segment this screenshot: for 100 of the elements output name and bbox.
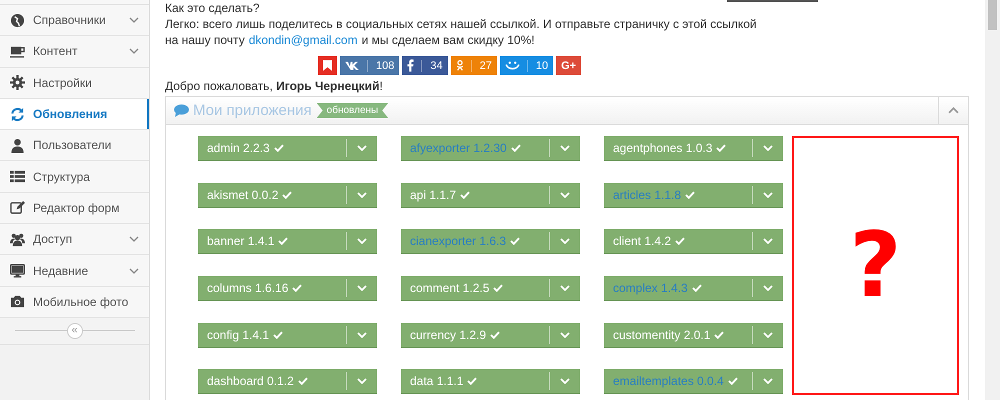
- sidebar-item-label: Контент: [33, 44, 78, 58]
- chevron-down-icon: [560, 378, 570, 384]
- chevron-up-icon: [948, 107, 959, 114]
- app-name: agentphones 1.0.3: [613, 141, 712, 155]
- promo-text: Легко: всего лишь поделитесь в социальных сетях нашей ссылкой. И отправьте страничку с этой ссылкой: [165, 16, 757, 32]
- sidebar-item[interactable]: Обновления: [0, 98, 149, 130]
- app-name: currency 1.2.9: [410, 328, 486, 342]
- share-count: 10: [526, 60, 548, 72]
- chevron-down-icon: [560, 284, 570, 291]
- chevron-down-icon: [357, 284, 367, 291]
- checkmark-icon: [510, 144, 521, 152]
- checkmark-icon: [490, 330, 500, 339]
- app-name: comment 1.2.5: [410, 280, 490, 295]
- status-ribbon: обновлены: [316, 103, 388, 118]
- bookmark-icon: [323, 60, 332, 71]
- sidebar-item[interactable]: Настройки: [0, 68, 149, 99]
- chevron-down-icon: [763, 332, 773, 338]
- sidebar-item-label: Пользователи: [33, 138, 112, 152]
- sidebar-item[interactable]: Доступ: [0, 224, 149, 256]
- app-name: akismet 0.0.2: [207, 188, 278, 202]
- app-name: data 1.1.1: [410, 374, 464, 388]
- sidebar-item[interactable]: Контент: [0, 36, 149, 68]
- sidebar-item-label: Обновления: [33, 107, 108, 122]
- app-name: admin 2.2.3: [207, 141, 270, 155]
- app-name: banner 1.4.1: [207, 234, 274, 248]
- sidebar-item[interactable]: Редактор форм: [0, 192, 149, 224]
- promo-text: и мы сделаем вам скидку 10%!: [362, 32, 535, 48]
- scrollbar[interactable]: [985, 0, 1000, 400]
- share-button[interactable]: 10: [500, 56, 554, 75]
- welcome-text: Добро пожаловать, Игорь Чернецкий!: [165, 78, 383, 94]
- sidebar-item-label: Доступ: [33, 232, 74, 246]
- app-name: client 1.4.2: [613, 234, 672, 248]
- smile-logo-icon: [504, 61, 520, 70]
- refresh-icon: [10, 106, 25, 122]
- chevron-down-icon: [763, 145, 773, 151]
- globe-icon: [10, 12, 25, 28]
- user-icon: [10, 138, 25, 153]
- chat-bubble-icon: [174, 104, 189, 117]
- google-plus-share-button[interactable]: G+: [556, 56, 582, 75]
- chevron-down-icon: [560, 192, 570, 198]
- users-icon: [10, 232, 25, 247]
- checkmark-icon: [467, 377, 478, 386]
- chevron-down-icon: [357, 332, 367, 338]
- share-count: 108: [367, 60, 394, 72]
- collapse-sidebar-button[interactable]: «: [66, 322, 82, 339]
- sidebar-item-label: Структура: [33, 170, 91, 184]
- promo-question: Как это сделать?: [165, 0, 260, 16]
- app-name: customentity 2.0.1: [613, 328, 710, 342]
- sidebar-item-label: Редактор форм: [33, 200, 120, 215]
- chevron-down-icon: [357, 192, 367, 198]
- scrollbar-thumb[interactable]: [988, 0, 997, 30]
- app-name: columns 1.6.16: [207, 280, 288, 295]
- share-button[interactable]: 27: [450, 56, 497, 75]
- checkmark-icon: [675, 237, 686, 246]
- sidebar-item[interactable]: Недавние: [0, 255, 149, 287]
- checkmark-icon: [692, 284, 702, 292]
- sidebar-item[interactable]: Справочники: [0, 5, 149, 36]
- app-name: config 1.4.1: [207, 328, 270, 342]
- checkmark-icon: [282, 190, 292, 199]
- chevron-down-icon: [357, 238, 367, 244]
- chevron-down-icon: [763, 192, 773, 198]
- promo-text: на нашу почту: [165, 32, 245, 48]
- panel-title: Мои приложения: [193, 102, 312, 119]
- checkmark-icon: [278, 237, 288, 246]
- vk-logo-icon: [345, 61, 360, 70]
- sidebar-item[interactable]: Мобильное фото: [0, 286, 149, 318]
- checkmark-icon: [716, 144, 726, 152]
- edit-icon: [10, 200, 25, 216]
- share-count: 34: [421, 60, 443, 72]
- checkmark-icon: [298, 377, 308, 386]
- odnoklassniki-logo-icon: [456, 59, 464, 72]
- checkmark-icon: [510, 237, 520, 246]
- sidebar-item-label: Недавние: [33, 264, 90, 278]
- checkmark-icon: [460, 190, 470, 199]
- sidebar-item-label: Справочники: [33, 13, 107, 28]
- chevron-down-icon: [763, 378, 773, 384]
- email-link[interactable]: dkondin@gmail.com: [248, 32, 358, 48]
- checkmark-icon: [273, 330, 284, 339]
- sidebar-item[interactable]: Пользователи: [0, 130, 149, 162]
- share-button[interactable]: 108: [340, 56, 400, 75]
- bookmark-button[interactable]: [318, 56, 337, 75]
- share-button[interactable]: 34: [402, 56, 448, 75]
- sidebar-item[interactable]: Структура: [0, 161, 149, 193]
- checkmark-icon: [274, 144, 284, 152]
- checkmark-icon: [493, 284, 504, 292]
- checkmark-icon: [685, 190, 696, 199]
- chevron-down-icon: [763, 284, 773, 291]
- camera-icon: [10, 294, 25, 310]
- sidebar-item-label: Мобильное фото: [33, 294, 130, 309]
- checkmark-icon: [292, 284, 302, 292]
- list-icon: [10, 169, 25, 184]
- chevron-down-icon: [560, 332, 570, 338]
- share-count: 27: [470, 60, 492, 72]
- chevron-down-icon: [560, 145, 570, 151]
- checkmark-icon: [714, 330, 724, 339]
- question-mark: ?: [849, 220, 902, 310]
- monitor-icon: [10, 263, 25, 278]
- chevron-down-icon: [560, 238, 570, 244]
- facebook-logo-icon: [407, 59, 414, 72]
- checkmark-icon: [728, 377, 738, 386]
